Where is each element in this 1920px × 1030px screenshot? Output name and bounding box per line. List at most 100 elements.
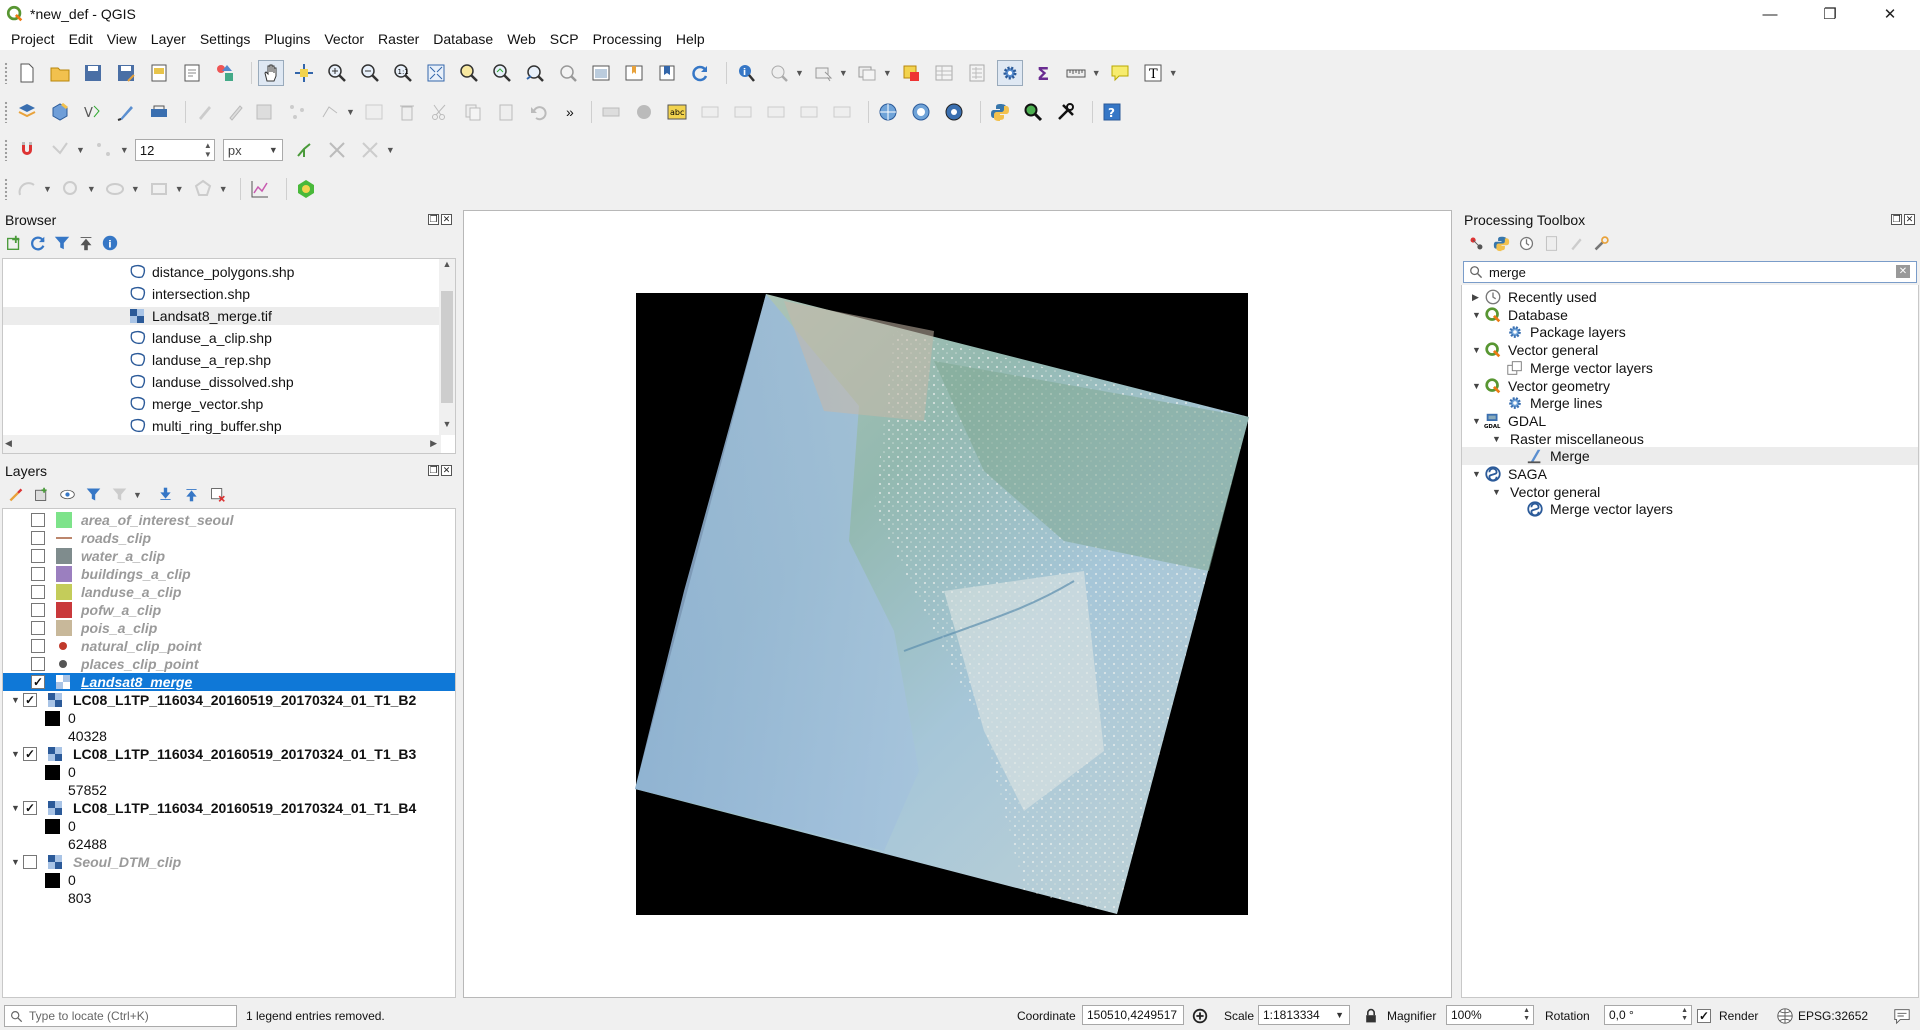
self-snapping-button[interactable] <box>357 137 383 163</box>
layer-item[interactable]: pofw_a_clip <box>3 601 455 619</box>
coordinate-toggle-icon[interactable] <box>1191 1007 1209 1025</box>
style-brush-icon[interactable] <box>7 486 24 503</box>
add-wms-layer-button[interactable] <box>875 99 901 125</box>
float-panel-button[interactable]: ❐ <box>428 465 439 476</box>
paste-features-button[interactable] <box>493 99 519 125</box>
remove-layer-icon[interactable] <box>209 486 226 503</box>
select-by-value-button[interactable] <box>854 60 880 86</box>
history-icon[interactable] <box>1518 235 1535 252</box>
new-project-button[interactable] <box>14 60 40 86</box>
layer-visibility-checkbox[interactable] <box>31 567 45 581</box>
results-viewer-icon[interactable] <box>1543 235 1560 252</box>
zoom-next-button[interactable] <box>555 60 581 86</box>
expand-arrow-icon[interactable]: ▼ <box>11 803 23 813</box>
options-wrench-icon[interactable] <box>1593 235 1610 252</box>
expand-arrow-icon[interactable]: ▼ <box>11 695 23 705</box>
identify-button[interactable]: i <box>733 60 759 86</box>
processing-item[interactable]: Merge vector layers <box>1462 359 1918 377</box>
browser-item[interactable]: multi_ring_buffer.shp <box>3 417 439 435</box>
spin-arrows-icon[interactable]: ▲ ▼ <box>1681 1007 1688 1023</box>
browser-item[interactable]: distance_polygons.shp <box>3 263 439 281</box>
delete-selected-button[interactable] <box>394 99 420 125</box>
processing-item[interactable]: ▼ Vector general <box>1462 483 1918 501</box>
settings-tools-button[interactable] <box>1053 99 1079 125</box>
processing-item[interactable]: ▼ Database <box>1462 306 1918 324</box>
toggle-editing-button[interactable] <box>225 99 247 125</box>
processing-item[interactable]: Package layers <box>1462 323 1918 341</box>
filter-icon[interactable] <box>85 486 102 503</box>
rotation-spinbox[interactable]: 0,0 ° ▲ ▼ <box>1604 1005 1692 1025</box>
tolerance-unit-select[interactable]: px ▼ <box>222 139 283 161</box>
processing-item[interactable]: ▼ Vector general <box>1462 341 1918 359</box>
coordinate-field[interactable]: 150510,4249517 <box>1082 1005 1184 1025</box>
zoom-in-button[interactable] <box>324 60 350 86</box>
browser-item[interactable]: landuse_dissolved.shp <box>3 373 439 391</box>
magnifier-spinbox[interactable]: 100% ▲ ▼ <box>1446 1005 1534 1025</box>
processing-item[interactable]: ▼ SAGA <box>1462 465 1918 483</box>
scroll-down-icon[interactable]: ▼ <box>439 419 455 435</box>
map-canvas[interactable] <box>463 210 1452 998</box>
layer-visibility-checkbox[interactable]: ✓ <box>31 675 45 689</box>
layer-item[interactable]: ✓ Landsat8_merge <box>3 673 455 691</box>
layer-visibility-checkbox[interactable]: ✓ <box>23 801 37 815</box>
style-manager-button[interactable] <box>212 60 238 86</box>
layer-item[interactable]: ▼ Seoul_DTM_clip <box>3 853 455 871</box>
change-label-button[interactable] <box>829 99 855 125</box>
minimize-button[interactable]: — <box>1740 0 1800 28</box>
add-wcs-layer-button[interactable] <box>941 99 967 125</box>
layer-visibility-checkbox[interactable] <box>23 855 37 869</box>
layer-visibility-checkbox[interactable]: ✓ <box>23 747 37 761</box>
processing-item[interactable]: ▼ Raster miscellaneous <box>1462 430 1918 448</box>
browser-item[interactable]: landuse_a_clip.shp <box>3 329 439 347</box>
layer-item[interactable]: ▼ ✓ LC08_L1TP_116034_20160519_20170324_01_… <box>3 745 455 763</box>
add-regular-polygon-button[interactable] <box>190 176 216 202</box>
help-button[interactable]: ? <box>1099 99 1125 125</box>
browser-item[interactable]: Landsat8_merge.tif <box>3 307 439 325</box>
add-rectangle-button[interactable] <box>146 176 172 202</box>
save-project-button[interactable] <box>80 60 106 86</box>
pan-map-button[interactable] <box>258 60 284 86</box>
chevron-down-icon[interactable]: ▼ <box>1472 416 1484 426</box>
intersection-snapping-button[interactable] <box>324 137 350 163</box>
snapping-type-button[interactable] <box>91 137 117 163</box>
layer-item[interactable]: ▼ ✓ LC08_L1TP_116034_20160519_20170324_01_… <box>3 691 455 709</box>
menu-plugins[interactable]: Plugins <box>257 31 317 47</box>
open-project-button[interactable] <box>47 60 73 86</box>
measure-button[interactable] <box>1063 60 1089 86</box>
undo-button[interactable] <box>526 99 552 125</box>
modify-attributes-button[interactable] <box>361 99 387 125</box>
close-button[interactable]: ✕ <box>1860 0 1920 28</box>
python-console-button[interactable] <box>987 99 1013 125</box>
layer-visibility-checkbox[interactable] <box>31 531 45 545</box>
messages-icon[interactable] <box>1893 1007 1911 1025</box>
map-tips-button[interactable] <box>1107 60 1133 86</box>
render-checkbox[interactable]: ✓ <box>1697 1009 1711 1023</box>
chevron-down-icon[interactable]: ▼ <box>1492 487 1504 497</box>
processing-item[interactable]: Merge lines <box>1462 394 1918 412</box>
info-icon[interactable]: i <box>101 234 119 252</box>
chevron-down-icon[interactable]: ▼ <box>1472 345 1484 355</box>
move-label-button[interactable] <box>763 99 789 125</box>
scroll-left-icon[interactable]: ◀ <box>5 438 12 449</box>
collapse-all-icon[interactable] <box>183 486 200 503</box>
layer-visibility-checkbox[interactable] <box>31 657 45 671</box>
add-selected-layers-icon[interactable] <box>5 234 23 252</box>
zoom-native-button[interactable]: 1:1 <box>390 60 416 86</box>
menu-database[interactable]: Database <box>426 31 500 47</box>
add-circle-button[interactable] <box>58 176 84 202</box>
layer-visibility-checkbox[interactable]: ✓ <box>23 693 37 707</box>
deselect-button[interactable] <box>898 60 924 86</box>
current-edits-button[interactable] <box>192 99 218 125</box>
chevron-down-icon[interactable]: ▼ <box>1492 434 1504 444</box>
filter-icon[interactable] <box>53 234 71 252</box>
scroll-thumb[interactable] <box>441 291 453 403</box>
crs-label[interactable]: EPSG:32652 <box>1798 1009 1868 1023</box>
processing-item[interactable]: ▼ GDAL GDAL <box>1462 412 1918 430</box>
processing-item[interactable]: Merge vector layers <box>1462 500 1918 518</box>
browser-item[interactable]: landuse_a_rep.shp <box>3 351 439 369</box>
new-print-layout-button[interactable] <box>146 60 172 86</box>
layer-visibility-checkbox[interactable] <box>31 621 45 635</box>
expand-arrow-icon[interactable]: ▼ <box>11 749 23 759</box>
models-icon[interactable] <box>1468 235 1485 252</box>
zoom-last-button[interactable] <box>522 60 548 86</box>
